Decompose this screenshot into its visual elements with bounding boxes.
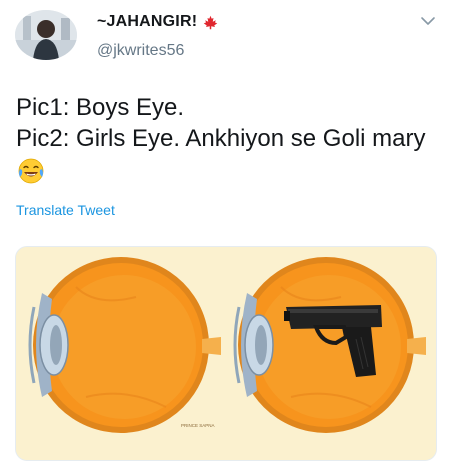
tweet-card: ~JAHANGIR! @jkwrites56 Pic1: Boys Eye. P…	[0, 0, 450, 475]
avatar[interactable]	[15, 10, 77, 60]
author-handle[interactable]: @jkwrites56	[97, 42, 184, 60]
face-with-tears-of-joy-emoji	[17, 157, 45, 185]
tweet-text-line: Pic2: Girls Eye. Ankhiyon se Goli mary	[16, 125, 426, 152]
tweet-text-line: Pic1: Boys Eye.	[16, 94, 185, 121]
media-credit: PRINCE SAPNA	[181, 423, 215, 428]
author-name-row[interactable]: ~JAHANGIR!	[97, 13, 218, 31]
translate-tweet-link[interactable]: Translate Tweet	[16, 202, 115, 218]
chevron-down-icon[interactable]	[419, 14, 437, 28]
tweet-media-image[interactable]: PRINCE SAPNA	[15, 246, 437, 461]
display-name[interactable]: ~JAHANGIR!	[97, 13, 197, 31]
tweet-text: Pic1: Boys Eye. Pic2: Girls Eye. Ankhiyo…	[16, 92, 441, 154]
maple-leaf-icon	[203, 15, 218, 30]
